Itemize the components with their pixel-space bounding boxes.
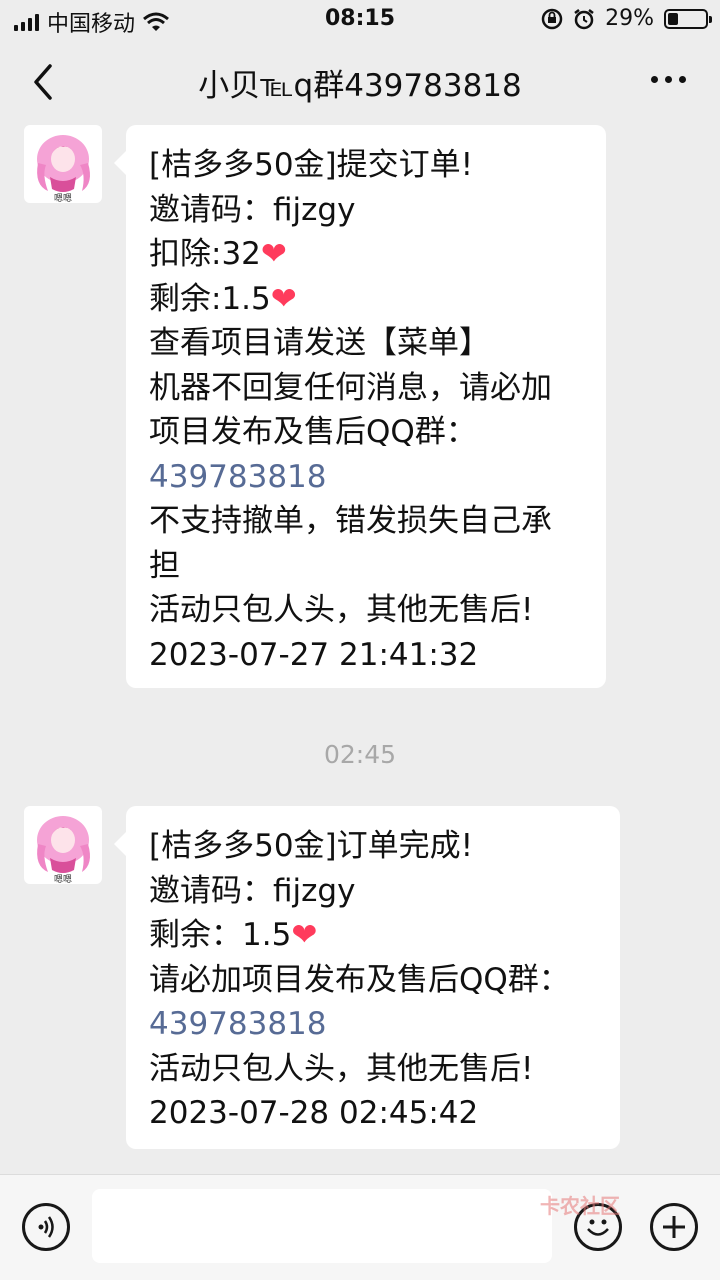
message-line: [桔多多50金]提交订单!: [149, 143, 584, 188]
message-line-text: 担: [149, 547, 180, 584]
status-right: 29%: [541, 6, 712, 31]
message-line: [桔多多50金]订单完成!: [149, 824, 598, 869]
heart-icon: ❤: [291, 917, 318, 953]
message-line-text: 活动只包人头，其他无售后!: [149, 1050, 534, 1087]
message-line: 请必加项目发布及售后QQ群：: [149, 958, 598, 1003]
message-line: 剩余:1.5❤: [149, 277, 584, 322]
battery-percent: 29%: [605, 6, 654, 31]
message-line-text: 项目发布及售后QQ群：: [149, 414, 477, 450]
heart-icon: ❤: [270, 280, 297, 317]
message-line: 项目发布及售后QQ群：: [149, 410, 584, 455]
message-line-text: 不支持撤单，错发损失自己承: [149, 503, 552, 539]
alarm-icon: [574, 8, 594, 29]
message-line-text: 活动只包人头，其他无售后!: [149, 592, 534, 628]
battery-fill: [668, 12, 678, 25]
message-line-text: 剩余:1.5: [149, 280, 271, 317]
watermark-text: 卡农社区: [540, 1194, 620, 1218]
message-line: 担: [149, 544, 584, 589]
plus-icon: [663, 1216, 685, 1238]
message-line-text: [桔多多50金]订单完成!: [149, 828, 474, 864]
message-line: 机器不回复任何消息，请必加: [149, 366, 584, 411]
message-line-text: 2023-07-27 21:41:32: [149, 636, 479, 673]
avatar-image: 嗯嗯: [37, 135, 90, 203]
message-line-text: 查看项目请发送【菜单】: [149, 325, 490, 361]
message-bubble[interactable]: [桔多多50金]提交订单! 邀请码：fijzgy 扣除:32❤ 剩余:1.5❤ 查看项目…: [114, 125, 606, 688]
battery-icon: [664, 8, 712, 29]
avatar[interactable]: 嗯嗯: [24, 125, 102, 203]
avatar-image: 嗯嗯: [37, 816, 90, 884]
message-line-text: 剩余：1.5: [149, 917, 292, 953]
message-line: 2023-07-27 21:41:32: [149, 633, 584, 678]
message-line: 扣除:32❤: [149, 232, 584, 277]
qq-group-link[interactable]: 439783818: [149, 1002, 598, 1047]
voice-icon: [38, 1216, 54, 1238]
rotation-lock-icon: [541, 8, 563, 29]
add-button[interactable]: [650, 1203, 698, 1251]
time-divider: 02:45: [323, 740, 397, 769]
message-line-text: 439783818: [149, 458, 327, 495]
message-line-text: 邀请码：fijzgy: [149, 191, 356, 228]
chat-title: 小贝℡q群439783818: [198, 68, 522, 104]
message-line-text: 邀请码：fijzgy: [149, 872, 356, 909]
avatar-text: 嗯嗯: [54, 193, 72, 203]
voice-button[interactable]: [22, 1203, 70, 1251]
status-bar: 中国移动 08:15 29%: [0, 0, 720, 40]
message-line: 活动只包人头，其他无售后!: [149, 1047, 598, 1092]
message-line-text: 439783818: [149, 1006, 327, 1042]
message-line: 2023-07-28 02:45:42: [149, 1091, 598, 1136]
message-line: 邀请码：fijzgy: [149, 869, 598, 914]
nav-bar: 小贝℡q群439783818: [0, 40, 720, 122]
message-line: 活动只包人头，其他无售后!: [149, 588, 584, 633]
message-line: 查看项目请发送【菜单】: [149, 321, 584, 366]
more-icon[interactable]: [651, 76, 686, 83]
message-line: 不支持撤单，错发损失自己承: [149, 499, 584, 544]
message-line-text: 机器不回复任何消息，请必加: [149, 369, 552, 406]
message-line: 剩余：1.5❤: [149, 913, 598, 958]
avatar-text: 嗯嗯: [54, 874, 72, 884]
heart-icon: ❤: [260, 236, 287, 272]
qq-group-link[interactable]: 439783818: [149, 455, 584, 500]
message-line-text: 2023-07-28 02:45:42: [149, 1095, 479, 1131]
message-line-text: [桔多多50金]提交订单!: [149, 147, 474, 183]
watermark: 卡农社区: [540, 1190, 620, 1219]
message-line-text: 请必加项目发布及售后QQ群：: [149, 961, 570, 998]
message-line-text: 扣除:32: [149, 236, 261, 272]
message-line: 邀请码：fijzgy: [149, 188, 584, 233]
message-input[interactable]: [92, 1189, 552, 1263]
avatar[interactable]: 嗯嗯: [24, 806, 102, 884]
message-bubble[interactable]: [桔多多50金]订单完成! 邀请码：fijzgy 剩余：1.5❤ 请必加项目发布及售后…: [114, 806, 620, 1149]
